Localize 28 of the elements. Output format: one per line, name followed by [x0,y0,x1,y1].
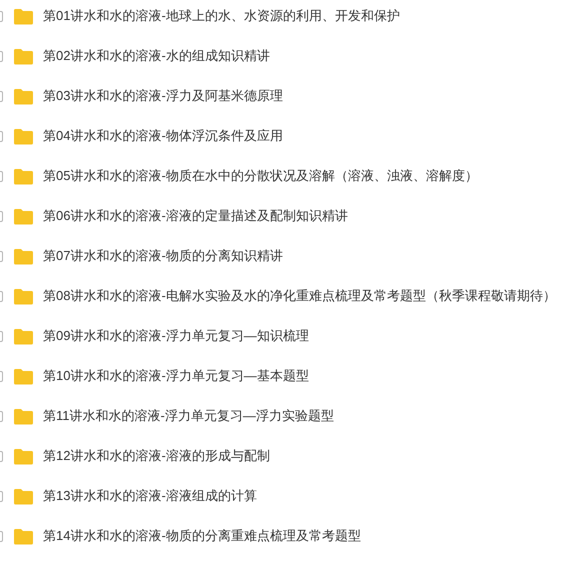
folder-icon [13,48,34,64]
folder-icon [13,328,34,344]
folder-name[interactable]: 第13讲水和水的溶液-溶液组成的计算 [43,486,257,506]
folder-icon [13,208,34,224]
folder-icon [13,128,34,144]
folder-icon [13,488,34,504]
folder-name[interactable]: 第01讲水和水的溶液-地球上的水、水资源的利用、开发和保护 [43,6,400,26]
folder-name[interactable]: 第11讲水和水的溶液-浮力单元复习—浮力实验题型 [43,406,334,426]
folder-icon [13,448,34,464]
folder-name[interactable]: 第02讲水和水的溶液-水的组成知识精讲 [43,46,270,66]
folder-name[interactable]: 第12讲水和水的溶液-溶液的形成与配制 [43,446,270,466]
folder-name[interactable]: 第10讲水和水的溶液-浮力单元复习—基本题型 [43,366,309,386]
folder-icon [13,8,34,24]
folder-name[interactable]: 第14讲水和水的溶液-物质的分离重难点梳理及常考题型 [43,526,361,546]
folder-name[interactable]: 第03讲水和水的溶液-浮力及阿基米德原理 [43,86,283,106]
folder-name[interactable]: 第09讲水和水的溶液-浮力单元复习—知识梳理 [43,326,309,346]
folder-icon [13,528,34,544]
folder-icon [13,248,34,264]
folder-icon [13,88,34,104]
folder-name[interactable]: 第05讲水和水的溶液-物质在水中的分散状况及溶解（溶液、浊液、溶解度） [43,166,478,186]
folder-icon [13,288,34,304]
folder-icon [13,368,34,384]
folder-name[interactable]: 第08讲水和水的溶液-电解水实验及水的净化重难点梳理及常考题型（秋季课程敬请期待） [43,286,556,306]
folder-name[interactable]: 第07讲水和水的溶液-物质的分离知识精讲 [43,246,283,266]
folder-name[interactable]: 第06讲水和水的溶液-溶液的定量描述及配制知识精讲 [43,206,348,226]
folder-icon [13,408,34,424]
folder-name[interactable]: 第04讲水和水的溶液-物体浮沉条件及应用 [43,126,283,146]
folder-icon [13,168,34,184]
